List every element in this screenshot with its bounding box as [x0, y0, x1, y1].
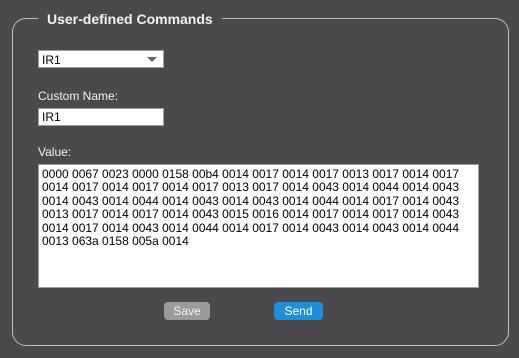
custom-name-label: Custom Name:: [38, 89, 119, 103]
custom-name-input[interactable]: [38, 108, 164, 126]
chevron-down-icon: [147, 57, 157, 62]
user-defined-commands-panel: User-defined Commands IR1 Custom Name: V…: [0, 0, 519, 358]
value-textarea[interactable]: 0000 0067 0023 0000 0158 00b4 0014 0017 …: [38, 164, 479, 288]
section-title: User-defined Commands: [38, 10, 222, 28]
command-select[interactable]: IR1: [38, 50, 164, 68]
command-select-value: IR1: [42, 53, 61, 67]
value-label: Value:: [38, 145, 72, 159]
send-button[interactable]: Send: [274, 302, 323, 320]
save-button[interactable]: Save: [164, 302, 210, 320]
